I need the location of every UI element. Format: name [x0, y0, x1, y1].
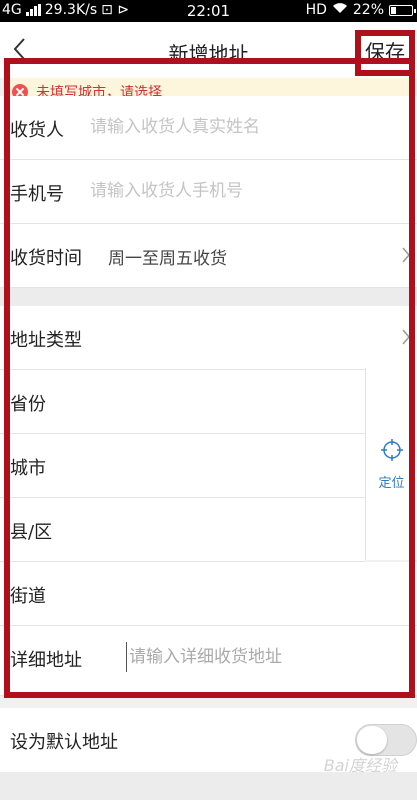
status-right: HD 22%: [305, 2, 416, 18]
battery-percent: 22%: [352, 2, 384, 18]
wifi-icon: [332, 2, 348, 18]
phone-row: 手机号: [0, 160, 417, 224]
city-label: 城市: [10, 458, 46, 479]
name-input[interactable]: [90, 112, 390, 142]
detail-address-input[interactable]: [126, 642, 396, 672]
city-row[interactable]: 城市: [0, 434, 365, 498]
battery-icon: [389, 4, 416, 16]
crosshair-icon: [381, 439, 403, 461]
locate-label: 定位: [378, 476, 405, 491]
name-row: 收货人: [0, 96, 417, 160]
bottom-area: [0, 772, 417, 800]
status-bar: 4G 29.3K/s ⊡ ⊳ 22:01 HD 22%: [0, 0, 417, 22]
detail-address-label: 详细地址: [10, 650, 82, 671]
toggle-knob: [357, 726, 387, 754]
district-label: 县/区: [10, 522, 53, 543]
address-type-label: 地址类型: [10, 330, 82, 351]
nav-bar: 新增地址 保存: [0, 22, 417, 78]
hd-indicator: HD: [305, 2, 327, 18]
section-divider: [0, 288, 417, 306]
district-row[interactable]: 县/区: [0, 498, 365, 562]
delivery-time-row[interactable]: 收货时间 周一至周五收货: [0, 224, 417, 288]
detail-address-row: 详细地址: [0, 626, 417, 696]
street-row[interactable]: 街道: [0, 562, 417, 626]
add-address-page: 4G 29.3K/s ⊡ ⊳ 22:01 HD 22% 新增地址 保存 未填写城…: [0, 0, 417, 800]
default-address-label: 设为默认地址: [10, 732, 118, 753]
watermark: Bai度经验: [323, 756, 397, 775]
chevron-right-icon: [402, 247, 410, 263]
phone-label: 手机号: [10, 184, 64, 205]
address-type-row[interactable]: 地址类型: [0, 306, 417, 370]
province-row[interactable]: 省份: [0, 370, 365, 434]
phone-input[interactable]: [90, 176, 390, 206]
delivery-time-value: 周一至周五收货: [108, 249, 227, 269]
chevron-right-icon: [402, 329, 410, 345]
locate-button[interactable]: 定位: [365, 368, 417, 560]
save-button[interactable]: 保存: [355, 30, 415, 76]
province-label: 省份: [10, 394, 46, 415]
delivery-time-label: 收货时间: [10, 248, 82, 269]
street-label: 街道: [10, 586, 46, 607]
name-label: 收货人: [10, 120, 64, 141]
